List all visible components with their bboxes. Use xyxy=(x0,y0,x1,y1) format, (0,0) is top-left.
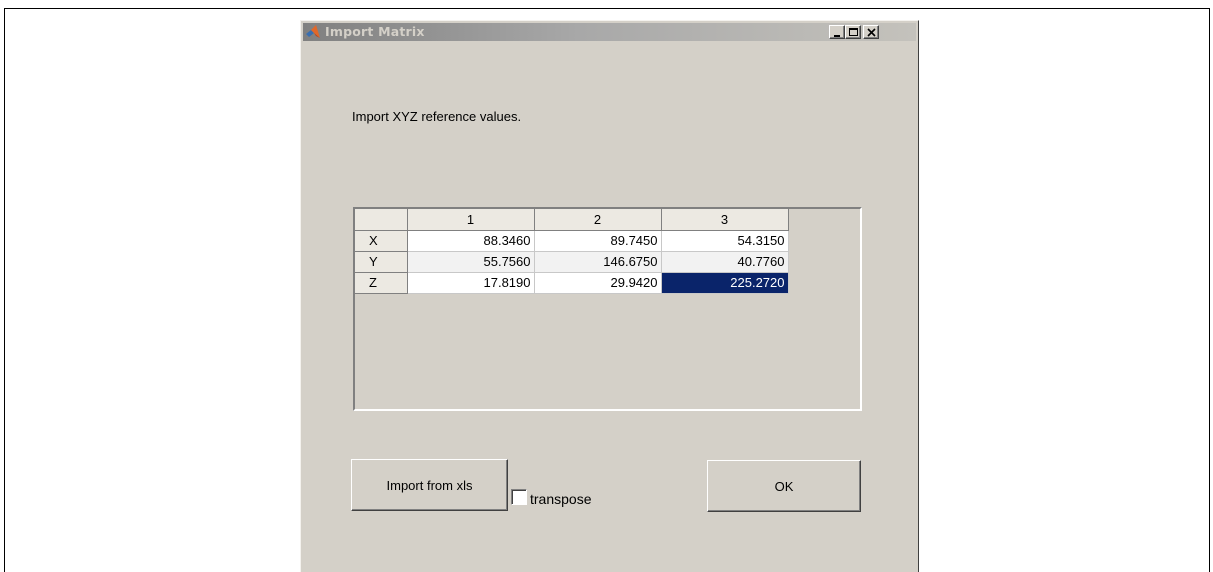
column-header-2[interactable]: 2 xyxy=(534,209,662,231)
close-button[interactable] xyxy=(863,25,879,39)
ok-button[interactable]: OK xyxy=(707,460,861,512)
corner-header xyxy=(355,209,408,231)
cell-x-3[interactable]: 54.3150 xyxy=(661,230,789,252)
window-title: Import Matrix xyxy=(325,24,425,39)
transpose-checkbox[interactable] xyxy=(511,489,527,505)
row-header-y[interactable]: Y xyxy=(355,251,408,273)
title-bar[interactable]: Import Matrix xyxy=(303,23,916,41)
cell-z-1[interactable]: 17.8190 xyxy=(407,272,535,294)
cell-z-2[interactable]: 29.9420 xyxy=(534,272,662,294)
column-header-3[interactable]: 3 xyxy=(661,209,789,231)
cell-z-3-selected[interactable]: 225.2720 xyxy=(661,272,789,294)
cell-x-2[interactable]: 89.7450 xyxy=(534,230,662,252)
matrix-grid: 1 2 3 X 88.3460 89.7450 54.3150 Y 55.756… xyxy=(355,209,789,294)
import-matrix-dialog: Import Matrix Import XYZ reference value… xyxy=(300,20,919,572)
matlab-icon xyxy=(305,24,321,40)
maximize-button[interactable] xyxy=(845,25,861,39)
cell-y-1[interactable]: 55.7560 xyxy=(407,251,535,273)
table-row: Y 55.7560 146.6750 40.7760 xyxy=(355,251,789,273)
table-row: Z 17.8190 29.9420 225.2720 xyxy=(355,272,789,294)
row-header-x[interactable]: X xyxy=(355,230,408,252)
minimize-icon xyxy=(834,35,840,37)
cell-y-3[interactable]: 40.7760 xyxy=(661,251,789,273)
row-header-z[interactable]: Z xyxy=(355,272,408,294)
minimize-button[interactable] xyxy=(829,25,845,39)
import-from-xls-button[interactable]: Import from xls xyxy=(351,459,508,511)
matrix-table: 1 2 3 X 88.3460 89.7450 54.3150 Y 55.756… xyxy=(353,207,862,411)
column-header-1[interactable]: 1 xyxy=(407,209,535,231)
close-icon xyxy=(867,28,876,37)
instruction-text: Import XYZ reference values. xyxy=(352,109,522,124)
table-row: X 88.3460 89.7450 54.3150 xyxy=(355,230,789,252)
transpose-label[interactable]: transpose xyxy=(530,491,591,507)
column-header-row: 1 2 3 xyxy=(355,209,789,231)
maximize-icon xyxy=(849,28,858,36)
cell-x-1[interactable]: 88.3460 xyxy=(407,230,535,252)
cell-y-2[interactable]: 146.6750 xyxy=(534,251,662,273)
